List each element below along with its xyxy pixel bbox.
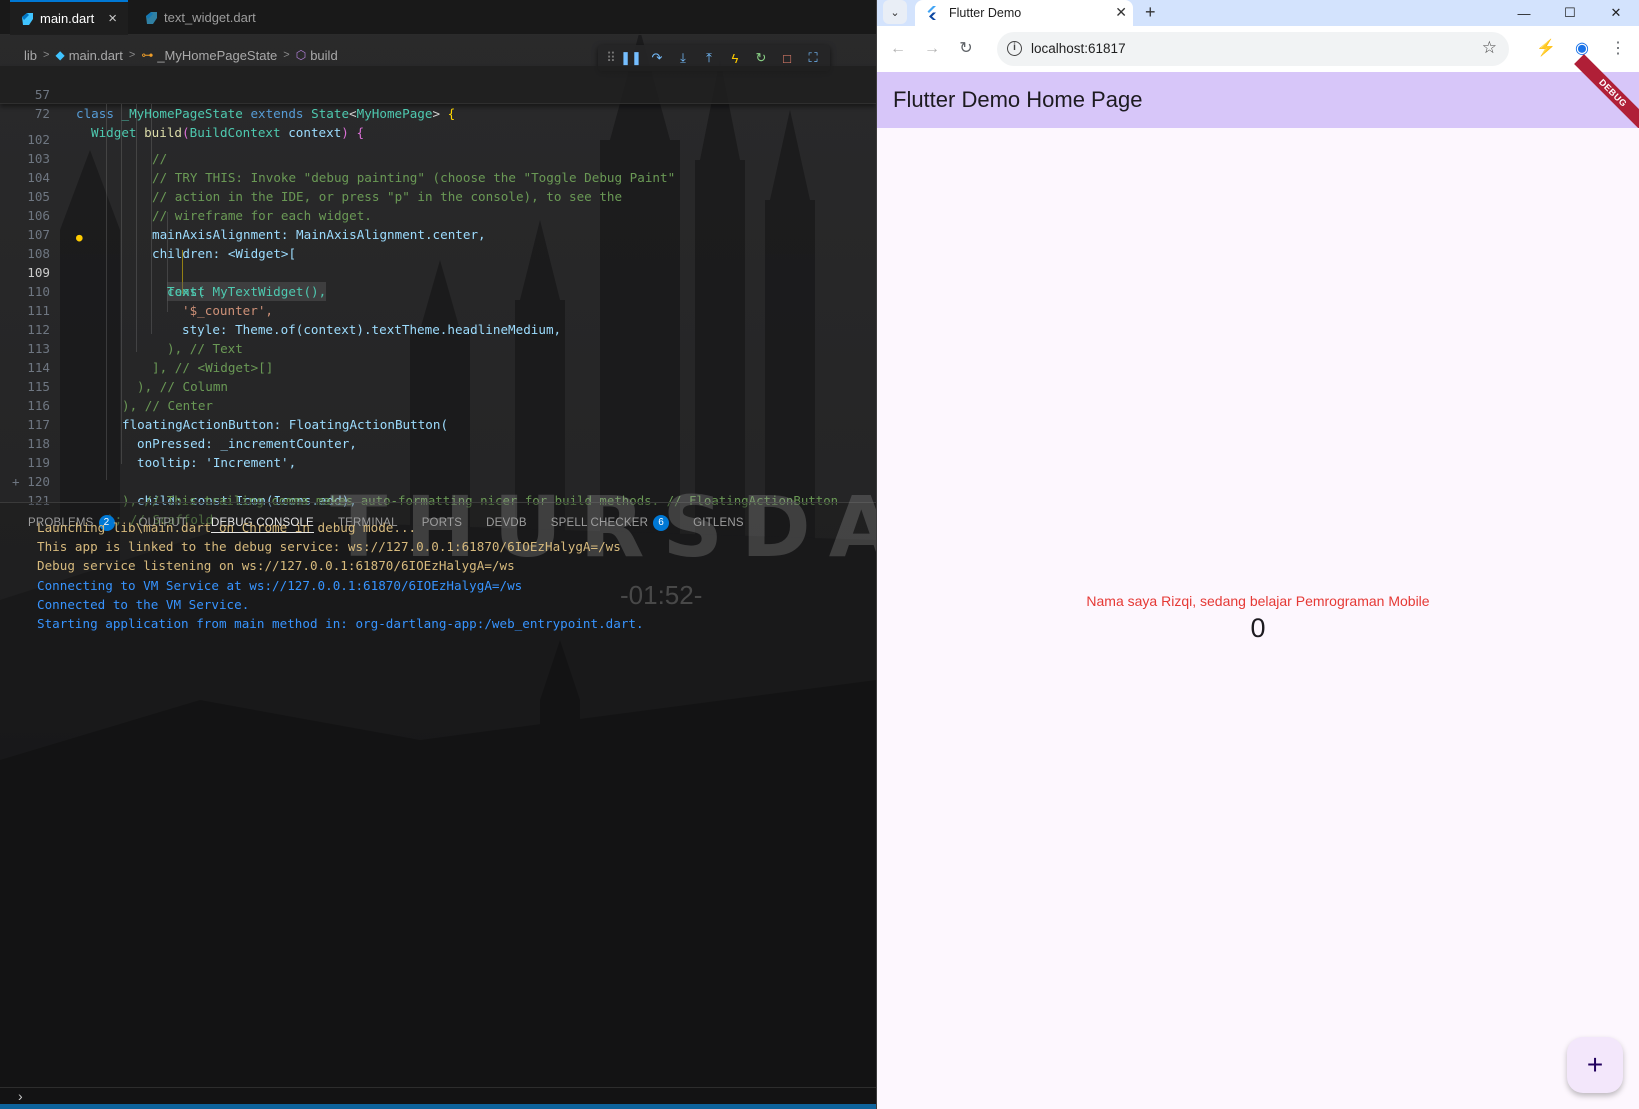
sticky-line[interactable]: 57 class _MyHomePageState extends State<… [0,66,876,121]
add-icon: + [1586,1049,1604,1080]
status-bar [0,1104,876,1109]
close-window-icon[interactable]: ✕ [1593,0,1639,26]
code-line[interactable]: 119 + child: const Icon(Icons.add), [0,434,876,508]
new-tab-icon[interactable]: + [1145,0,1156,24]
code-line[interactable]: 103 // TRY THIS: Invoke "debug painting"… [0,130,876,185]
console-line: Connecting to VM Service at ws://127.0.0… [37,578,523,593]
chrome-window: ⌄ Flutter Demo ✕ + — ☐ ✕ ← → ↻ i localho… [877,0,1639,1109]
code-line[interactable]: 112 ), // Text [0,301,876,356]
browser-titlebar: ⌄ Flutter Demo ✕ + — ☐ ✕ [877,0,1639,26]
breadcrumb-item[interactable]: main.dart [69,48,123,63]
wallpaper-time-text: -01:52- [620,580,703,610]
method-symbol-icon: ⬡ [295,48,307,62]
class-symbol-icon: ⊶ [141,48,154,62]
browser-toolbar: ← → ↻ i localhost:61817 ☆ ⚡ ◉ ⋮ [877,26,1639,72]
dart-file-icon [146,11,157,24]
reload-icon[interactable]: ↻ [955,38,977,60]
sticky-scroll: 57 class _MyHomePageState extends State<… [0,66,876,140]
breadcrumb-item[interactable]: lib [24,48,37,63]
dart-file-icon [22,12,33,25]
address-bar[interactable]: i localhost:61817 ☆ [997,32,1509,66]
breadcrumb-item[interactable]: _MyHomePageState [157,48,277,63]
chevron-right-icon: > [43,49,50,61]
code-line[interactable]: 111 style: Theme.of(context).textTheme.h… [0,282,876,337]
code-line[interactable]: 107 children: <Widget>[ [0,206,876,261]
close-tab-icon[interactable]: ✕ [1115,4,1127,21]
app-body: Nama saya Rizqi, sedang belajar Pemrogra… [877,128,1639,1109]
menu-kebab-icon[interactable]: ⋮ [1607,38,1629,60]
console-line: Connected to the VM Service. [37,597,250,612]
sticky-line[interactable]: 72 Widget build(BuildContext context) { [0,85,876,140]
code-line[interactable]: 106 mainAxisAlignment: MainAxisAlignment… [0,187,876,242]
code-line[interactable]: 114 ), // Column [0,339,876,394]
browser-tab[interactable]: Flutter Demo ✕ [915,0,1133,26]
code-line[interactable]: 120 ), // This trailing comma makes auto… [0,453,876,508]
back-icon[interactable]: ← [887,38,909,60]
maximize-icon[interactable]: ☐ [1547,0,1593,26]
dart-file-icon: ◆ [55,48,65,62]
tab-label: text_widget.dart [164,10,256,25]
performance-icon[interactable]: ⚡ [1535,38,1557,60]
tab-text-widget-dart[interactable]: text_widget.dart [134,0,284,35]
code-line[interactable]: 109 Text( [0,244,876,299]
info-icon[interactable]: i [1007,41,1022,56]
close-icon[interactable]: × [108,10,117,27]
vscode-window: main.dart × text_widget.dart lib > ◆ mai… [0,0,876,1109]
code-line[interactable]: 105 // wireframe for each widget. [0,168,876,223]
code-line[interactable]: 117 onPressed: _incrementCounter, [0,396,876,451]
code-line[interactable]: 115 ), // Center [0,358,876,413]
chevron-right-icon: > [128,49,136,61]
code-line[interactable]: 110 '$_counter', [0,263,876,318]
bookmark-star-icon[interactable]: ☆ [1482,38,1497,58]
chevron-right-icon: > [283,49,290,61]
counter-value: 0 [1250,613,1266,643]
chevron-right-icon: › [18,1088,23,1104]
breadcrumb-item[interactable]: build [310,48,337,63]
url-text: localhost:61817 [1031,41,1126,56]
tab-main-dart[interactable]: main.dart × [10,0,128,35]
flutter-favicon-icon [927,6,936,20]
code-line[interactable]: 108 ● const MyTextWidget(), [0,225,876,301]
tab-label: main.dart [40,11,95,26]
page-title: Flutter Demo Home Page [893,87,1143,112]
code-line[interactable]: 102 // [0,111,876,166]
tab-title: Flutter Demo [949,6,1022,20]
minimize-icon[interactable]: — [1501,0,1547,26]
code-line[interactable]: 104 // action in the IDE, or press "p" i… [0,149,876,204]
console-line: This app is linked to the debug service:… [37,539,621,554]
increment-fab-button[interactable]: + [1567,1037,1623,1093]
console-line: Starting application from main method in… [37,616,644,631]
my-text-widget: Nama saya Rizqi, sedang belajar Pemrogra… [1086,593,1430,609]
console-line: Debug service listening on ws://127.0.0.… [37,558,515,573]
app-bar: Flutter Demo Home Page [877,72,1639,128]
forward-icon[interactable]: → [921,38,943,60]
debug-console-input[interactable]: › [0,1087,876,1105]
console-line: Launching lib\main.dart on Chrome in deb… [37,520,417,535]
tab-search-icon[interactable]: ⌄ [883,0,907,24]
code-line[interactable]: 116 floatingActionButton: FloatingAction… [0,377,876,432]
code-line[interactable]: 118 tooltip: 'Increment', [0,415,876,470]
editor-tab-bar: main.dart × text_widget.dart [0,0,876,35]
code-line[interactable]: 113 ], // <Widget>[] [0,320,876,375]
